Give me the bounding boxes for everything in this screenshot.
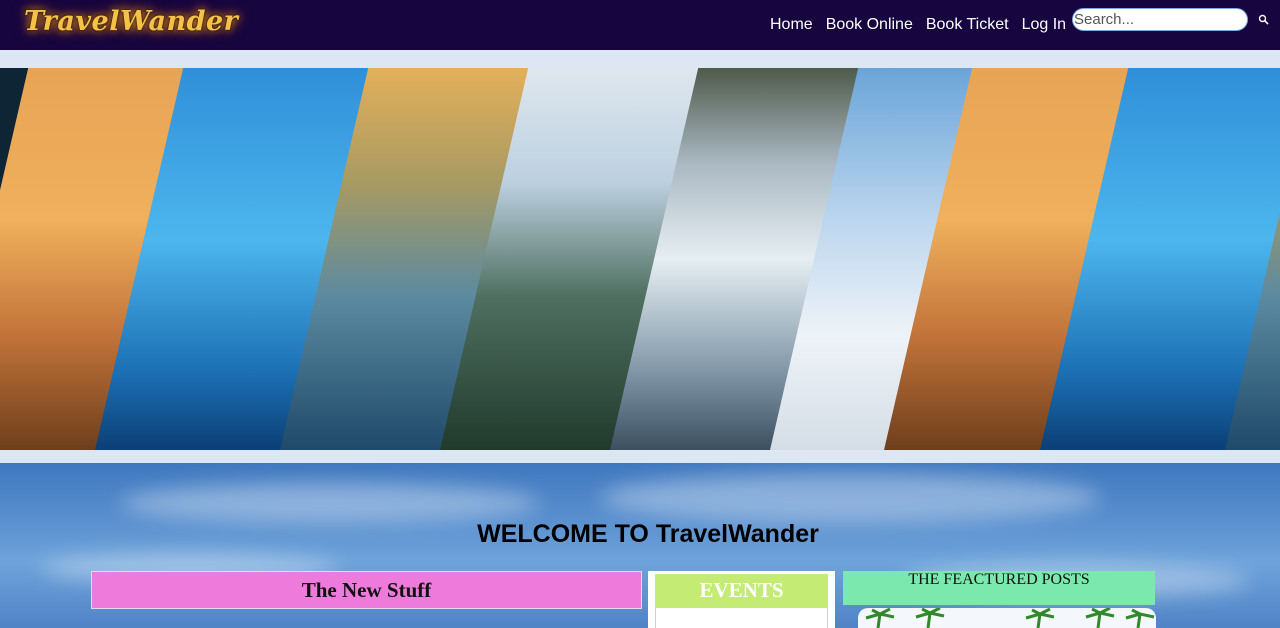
nav-book-online-link[interactable]: Book Online	[826, 16, 913, 34]
welcome-heading: WELCOME TO TravelWander	[477, 520, 819, 548]
hero-banner-collage	[0, 68, 1280, 450]
search-input[interactable]	[1072, 8, 1248, 31]
featured-posts-heading: THE FEACTURED POSTS	[843, 571, 1155, 605]
nav-book-ticket-link[interactable]: Book Ticket	[926, 16, 1009, 34]
nav-login-link[interactable]: Log In	[1022, 16, 1066, 34]
search-icon[interactable]	[1258, 14, 1270, 26]
featured-post-image[interactable]	[858, 608, 1156, 628]
new-stuff-heading: The New Stuff	[91, 571, 642, 609]
events-content	[655, 608, 828, 628]
events-heading: EVENTS	[655, 574, 828, 608]
nav-home-link[interactable]: Home	[770, 16, 813, 34]
navbar: TravelWander Home Book Online Book Ticke…	[0, 0, 1280, 50]
nav-links: Home Book Online Book Ticket Log In	[770, 16, 1079, 34]
site-logo[interactable]: TravelWander	[24, 6, 238, 37]
palm-trees-icon	[865, 608, 1155, 628]
